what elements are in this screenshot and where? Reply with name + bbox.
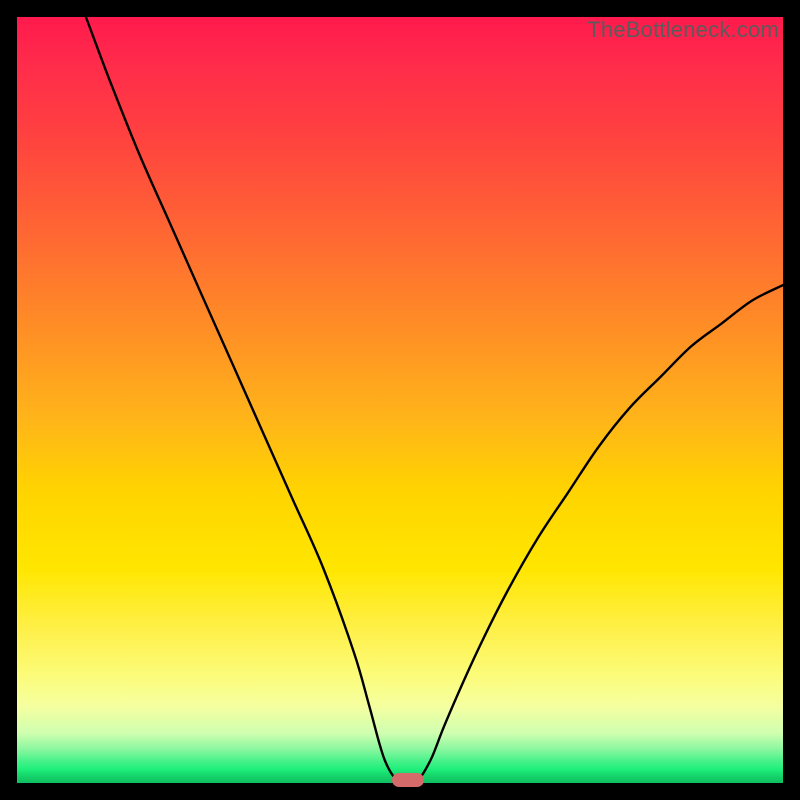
plot-area: TheBottleneck.com <box>17 17 783 783</box>
bottleneck-curve <box>17 17 783 783</box>
chart-frame: TheBottleneck.com <box>0 0 800 800</box>
optimum-marker <box>392 773 424 787</box>
